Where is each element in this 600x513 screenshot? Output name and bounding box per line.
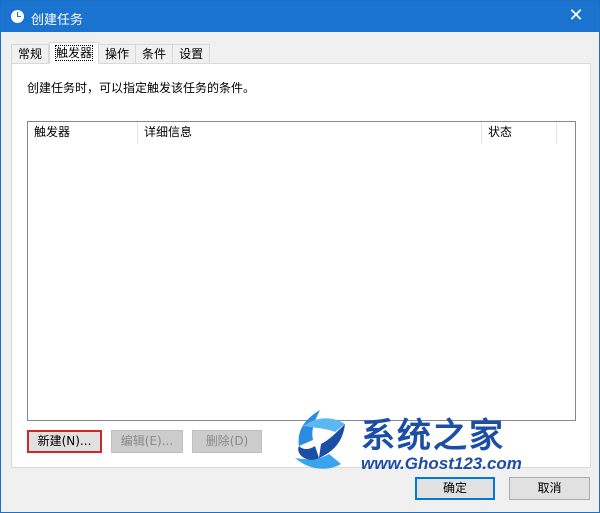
column-header-details[interactable]: 详细信息: [138, 122, 482, 144]
tab-general-label: 常规: [18, 47, 43, 61]
list-header: 触发器 详细信息 状态: [28, 122, 575, 144]
delete-trigger-button[interactable]: 删除(D): [192, 430, 262, 453]
window-title: 创建任务: [31, 13, 84, 28]
tab-conditions[interactable]: 条件: [136, 44, 174, 64]
ok-button[interactable]: 确定: [415, 477, 495, 500]
column-header-trigger[interactable]: 触发器: [28, 122, 138, 144]
tab-triggers-label: 触发器: [55, 45, 94, 61]
tab-strip: 常规 触发器 操作 条件 设置: [11, 42, 211, 64]
close-button[interactable]: ✕: [553, 1, 599, 32]
watermark-title: 系统之家: [361, 416, 505, 456]
create-task-dialog: 创建任务 ✕ 常规 触发器 操作 条件 设置 创建任务时，可以指定触发该任务的条…: [0, 0, 600, 513]
cancel-button[interactable]: 取消: [509, 477, 590, 500]
watermark: 系统之家 www.Ghost123.com: [283, 406, 583, 476]
edit-trigger-button[interactable]: 编辑(E)...: [111, 430, 183, 453]
tab-settings[interactable]: 设置: [173, 44, 211, 64]
column-header-status[interactable]: 状态: [482, 122, 557, 144]
triggers-list[interactable]: 触发器 详细信息 状态: [27, 121, 576, 421]
tab-actions-label: 操作: [105, 47, 130, 61]
new-trigger-button[interactable]: 新建(N)...: [27, 430, 102, 453]
tab-triggers[interactable]: 触发器: [49, 42, 100, 64]
tab-conditions-label: 条件: [142, 47, 167, 61]
watermark-url: www.Ghost123.com: [361, 454, 522, 473]
watermark-logo-icon: [295, 410, 345, 469]
title-bar[interactable]: 创建任务 ✕: [1, 1, 599, 32]
tab-actions[interactable]: 操作: [99, 44, 137, 64]
clock-icon: [11, 10, 24, 23]
panel-description: 创建任务时，可以指定触发该任务的条件。: [27, 81, 256, 95]
tab-settings-label: 设置: [179, 47, 204, 61]
tab-general[interactable]: 常规: [11, 44, 50, 64]
